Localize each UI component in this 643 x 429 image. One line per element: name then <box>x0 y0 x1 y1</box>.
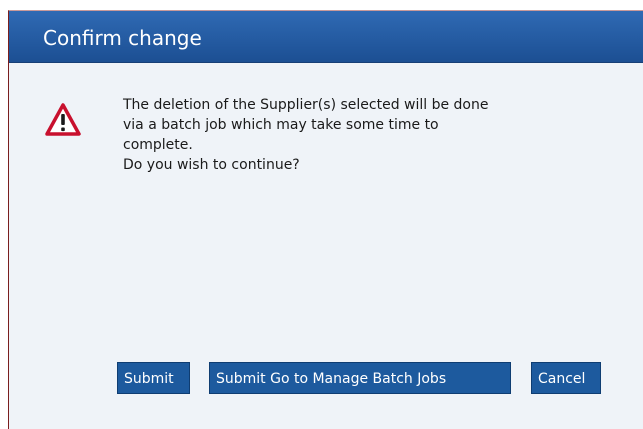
dialog-message: The deletion of the Supplier(s) selected… <box>123 95 603 175</box>
message-line: via a batch job which may take some time… <box>123 117 439 133</box>
message-line: Do you wish to continue? <box>123 157 300 173</box>
message-line: The deletion of the Supplier(s) selected… <box>123 97 489 113</box>
message-line: complete. <box>123 137 193 153</box>
submit-go-to-manage-batch-jobs-button[interactable]: Submit Go to Manage Batch Jobs <box>209 362 511 394</box>
dialog-title: Confirm change <box>43 26 202 50</box>
cancel-button[interactable]: Cancel <box>531 362 601 394</box>
submit-button[interactable]: Submit <box>117 362 190 394</box>
dialog-titlebar: Confirm change <box>9 11 643 63</box>
warning-icon <box>45 103 81 137</box>
confirm-change-dialog: Confirm change The deletion of the Suppl… <box>8 10 643 429</box>
